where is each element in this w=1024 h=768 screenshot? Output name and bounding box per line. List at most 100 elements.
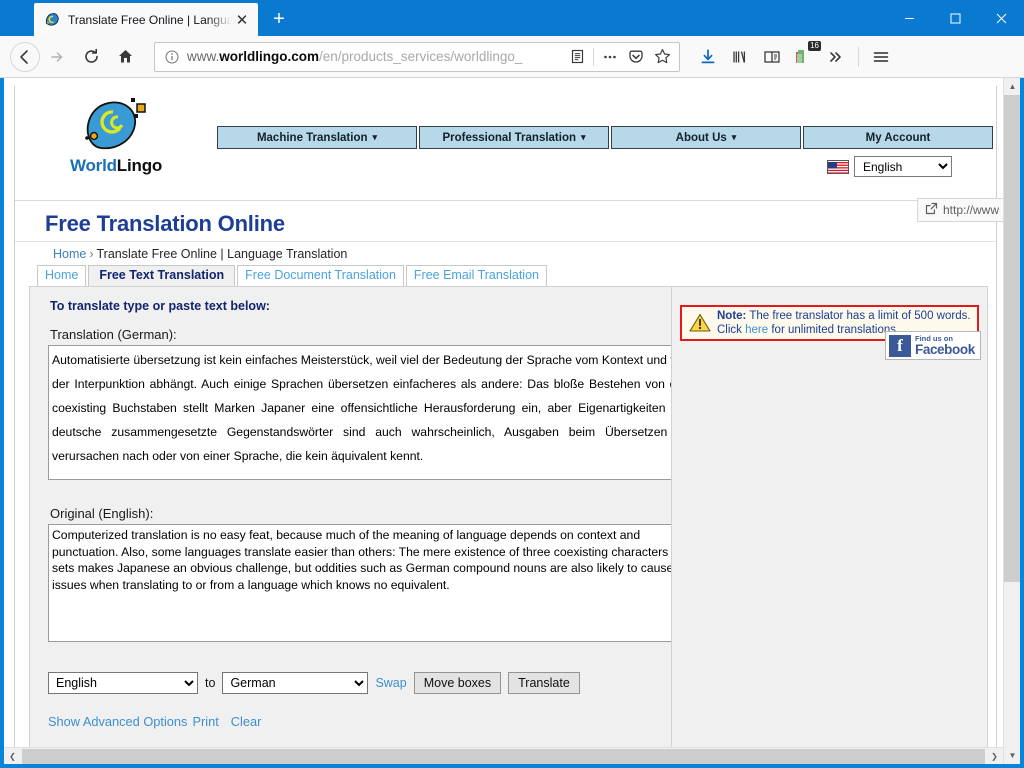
overflow-chevrons-icon[interactable]	[820, 41, 852, 73]
new-tab-button[interactable]: +	[264, 4, 294, 34]
nav-about-us-label: About Us	[676, 132, 727, 144]
scroll-left-arrow-icon[interactable]: ❮	[4, 748, 21, 765]
move-boxes-button[interactable]: Move boxes	[414, 672, 501, 694]
chevron-down-icon: ▾	[373, 132, 378, 143]
browser-window: Translate Free Online | Languag ✕ +	[0, 0, 1024, 768]
translate-button[interactable]: Translate	[508, 672, 580, 694]
site-tab-free-document-translation[interactable]: Free Document Translation	[237, 265, 404, 286]
site-header: WorldLingo Machine Translation ▾ Profess…	[15, 86, 996, 201]
reader-view-icon[interactable]	[564, 44, 590, 70]
sidebar-icon[interactable]	[756, 41, 788, 73]
worldlingo-snail-icon	[79, 92, 153, 154]
source-language-select[interactable]: English	[48, 672, 198, 694]
tab-close-icon[interactable]: ✕	[232, 10, 252, 30]
window-maximize-button[interactable]	[932, 0, 978, 36]
back-arrow-icon[interactable]	[10, 42, 40, 72]
scroll-down-arrow-icon[interactable]: ▼	[1004, 747, 1021, 764]
footer-links: Show Advanced Options Print Clear	[48, 714, 703, 729]
extension-icon[interactable]: 16	[788, 41, 820, 73]
site-nav: Machine Translation ▾ Professional Trans…	[217, 126, 993, 149]
translation-main-column: Translation (German): Original (English)…	[48, 323, 703, 729]
breadcrumb-current: Translate Free Online | Language Transla…	[97, 247, 348, 261]
window-minimize-button[interactable]	[886, 0, 932, 36]
url-path: /en/products_services/worldlingo_	[319, 49, 522, 64]
scroll-right-arrow-icon[interactable]: ❯	[986, 748, 1003, 765]
translation-textarea[interactable]	[48, 345, 694, 480]
site-language-select[interactable]: English	[854, 156, 952, 177]
site-tab-home[interactable]: Home	[37, 265, 86, 286]
nav-machine-translation-label: Machine Translation	[257, 132, 368, 144]
external-link-icon	[925, 202, 938, 218]
home-house-icon[interactable]	[108, 40, 142, 74]
window-controls	[886, 0, 1024, 36]
facebook-icon: f	[889, 335, 911, 357]
urlbar-divider	[593, 48, 594, 66]
hamburger-menu-icon[interactable]	[865, 41, 897, 73]
worldlingo-site: WorldLingo Machine Translation ▾ Profess…	[14, 86, 997, 764]
facebook-text: Find us on Facebook	[911, 335, 975, 356]
url-domain: worldlingo.com	[219, 49, 319, 64]
worldlingo-snail-icon	[44, 11, 61, 28]
page-horizontal-scrollbar[interactable]: ❮ ❯	[4, 747, 1003, 764]
download-icon[interactable]	[692, 41, 724, 73]
link-preview-tooltip: http://www	[917, 198, 1003, 222]
original-textarea[interactable]	[48, 524, 694, 642]
original-textarea-wrap	[48, 524, 703, 642]
toolbar-divider	[858, 47, 859, 67]
nav-professional-translation-label: Professional Translation	[442, 132, 576, 144]
nav-professional-translation[interactable]: Professional Translation ▾	[419, 126, 609, 149]
library-icon[interactable]	[724, 41, 756, 73]
translation-controls: English to German Swap Move boxes Transl…	[48, 672, 703, 694]
logo-world: World	[70, 156, 117, 175]
note-here-link[interactable]: here	[745, 324, 768, 336]
chevron-down-icon: ▾	[581, 132, 586, 143]
site-logo[interactable]: WorldLingo	[51, 92, 181, 176]
show-advanced-options-link[interactable]: Show Advanced Options	[48, 714, 187, 729]
logo-lingo: Lingo	[117, 156, 162, 175]
url-text[interactable]: www.worldlingo.com/en/products_services/…	[187, 49, 564, 64]
note-prefix: Note:	[717, 310, 746, 322]
note-text-after: for unlimited translations	[768, 324, 896, 336]
breadcrumb: Home›Translate Free Online | Language Tr…	[15, 241, 996, 264]
chevron-down-icon: ▾	[732, 132, 737, 143]
site-tab-free-email-translation[interactable]: Free Email Translation	[406, 265, 547, 286]
page-vertical-scrollbar[interactable]: ▲ ▼	[1003, 78, 1020, 764]
url-bar[interactable]: www.worldlingo.com/en/products_services/…	[154, 42, 680, 72]
site-language-row: English	[827, 156, 952, 177]
print-link[interactable]: Print	[192, 714, 218, 729]
original-field-label: Original (English):	[48, 502, 703, 524]
swap-link[interactable]: Swap	[375, 676, 406, 690]
horizontal-scroll-thumb[interactable]	[22, 749, 985, 764]
site-tabstrip: Home Free Text Translation Free Document…	[15, 264, 996, 286]
clear-link[interactable]: Clear	[231, 714, 262, 729]
page-viewport: WorldLingo Machine Translation ▾ Profess…	[0, 78, 1024, 768]
target-language-select[interactable]: German	[222, 672, 368, 694]
browser-tab[interactable]: Translate Free Online | Languag ✕	[34, 3, 258, 36]
pocket-icon[interactable]	[623, 44, 649, 70]
nav-machine-translation[interactable]: Machine Translation ▾	[217, 126, 417, 149]
translation-textarea-wrap	[48, 345, 703, 480]
to-label: to	[205, 676, 215, 690]
bookmark-star-icon[interactable]	[649, 44, 675, 70]
nav-my-account[interactable]: My Account	[803, 126, 993, 149]
translation-field-label: Translation (German):	[48, 323, 703, 345]
vertical-scroll-thumb[interactable]	[1004, 95, 1021, 582]
url-prefix: www.	[187, 49, 219, 64]
translation-side-column: Note: The free translator has a limit of…	[671, 287, 987, 764]
page-actions-icon[interactable]	[597, 44, 623, 70]
browser-toolbar-icons: 16	[692, 41, 897, 73]
facebook-badge[interactable]: f Find us on Facebook	[885, 331, 981, 360]
window-close-button[interactable]	[978, 0, 1024, 36]
info-circle-icon[interactable]	[163, 48, 181, 66]
nav-about-us[interactable]: About Us ▾	[611, 126, 801, 149]
breadcrumb-home-link[interactable]: Home	[53, 247, 86, 261]
scroll-up-arrow-icon[interactable]: ▲	[1004, 78, 1021, 95]
reload-arrow-icon[interactable]	[74, 40, 108, 74]
nav-my-account-label: My Account	[866, 132, 931, 144]
page-title: Free Translation Online	[15, 201, 996, 241]
forward-arrow-icon[interactable]	[40, 40, 74, 74]
site-tab-free-text-translation[interactable]: Free Text Translation	[88, 265, 235, 286]
link-preview-url: http://www	[943, 203, 999, 217]
tab-title: Translate Free Online | Languag	[68, 13, 232, 27]
us-flag-icon	[827, 160, 849, 174]
